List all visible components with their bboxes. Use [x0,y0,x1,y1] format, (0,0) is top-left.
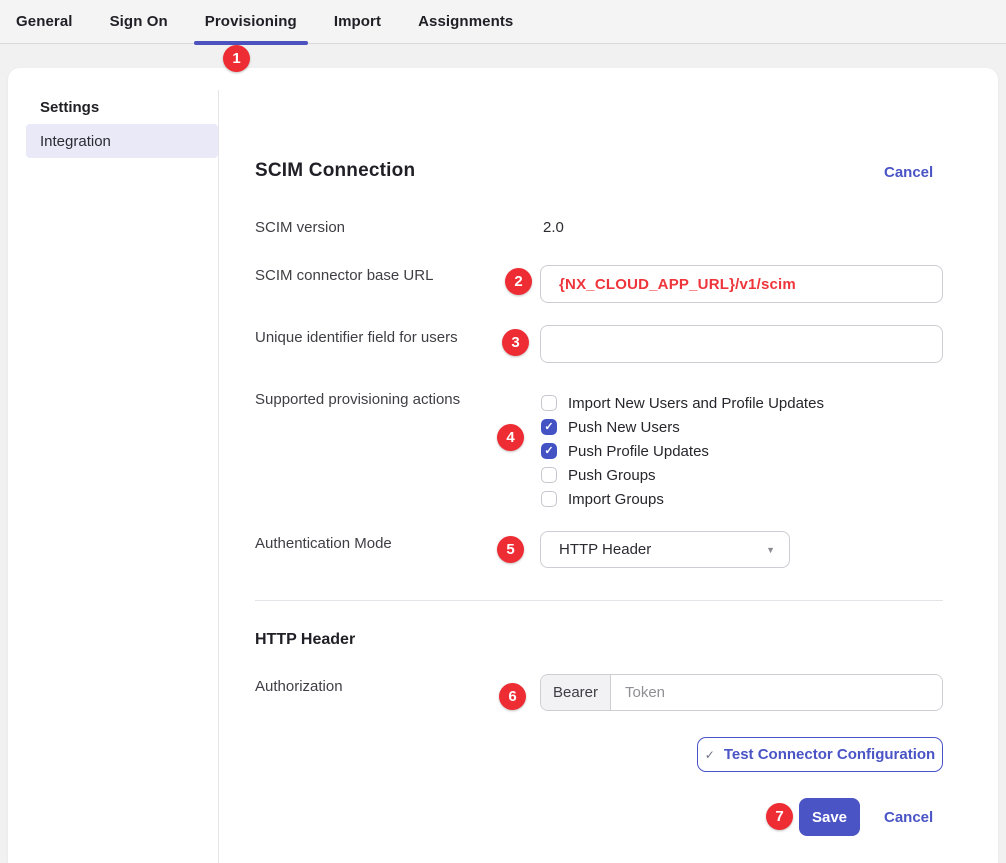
token-input[interactable] [611,675,942,710]
tab-assignments[interactable]: Assignments [418,0,513,44]
tab-import[interactable]: Import [334,0,381,44]
check-icon: ✓ [705,748,715,762]
step-badge-7: 7 [766,803,793,830]
cancel-link-bottom[interactable]: Cancel [884,809,933,826]
checkbox-row-push-new-users[interactable]: ✓ Push New Users [541,415,824,439]
authorization-input-group: Bearer [540,674,943,711]
checkbox-checked-icon[interactable]: ✓ [541,419,557,435]
section-divider [255,600,943,601]
checkbox-label: Push Groups [568,467,656,484]
tab-sign-on[interactable]: Sign On [110,0,168,44]
sidebar-item-label: Integration [40,133,111,150]
http-header-section-title: HTTP Header [255,631,355,649]
base-url-input[interactable] [540,265,943,303]
checkbox-label: Import Groups [568,491,664,508]
step-badge-5: 5 [497,536,524,563]
scim-version-value: 2.0 [543,219,564,236]
checkbox-row-import-groups[interactable]: Import Groups [541,487,824,511]
checkbox-row-import-new-users-and-profile-updates[interactable]: Import New Users and Profile Updates [541,391,824,415]
save-button[interactable]: Save [799,798,860,836]
checkbox-unchecked-icon[interactable] [541,491,557,507]
page-title: SCIM Connection [255,160,415,182]
sidebar-header-settings: Settings [40,99,99,116]
unique-id-label: Unique identifier field for users [255,329,458,346]
test-connector-button[interactable]: ✓ Test Connector Configuration [697,737,943,772]
step-badge-1: 1 [223,45,250,72]
sidebar-item-integration[interactable]: Integration [26,124,218,158]
step-badge-6: 6 [499,683,526,710]
test-connector-label: Test Connector Configuration [724,746,935,763]
provisioning-actions-list: Import New Users and Profile Updates ✓ Pus… [541,391,824,511]
step-badge-2: 2 [505,268,532,295]
checkbox-label: Push Profile Updates [568,443,709,460]
provisioning-actions-label: Supported provisioning actions [255,391,460,408]
sidebar-divider [218,90,219,863]
app-tab-bar: General Sign On Provisioning Import Assignme… [0,0,1006,44]
chevron-down-icon: ▼ [766,545,775,555]
auth-mode-value: HTTP Header [559,541,651,558]
checkbox-unchecked-icon[interactable] [541,395,557,411]
checkbox-row-push-profile-updates[interactable]: ✓ Push Profile Updates [541,439,824,463]
checkbox-unchecked-icon[interactable] [541,467,557,483]
checkbox-row-push-groups[interactable]: Push Groups [541,463,824,487]
checkbox-label: Push New Users [568,419,680,436]
cancel-link-top[interactable]: Cancel [884,164,933,181]
bearer-prefix: Bearer [541,675,611,710]
tab-general[interactable]: General [16,0,73,44]
step-badge-3: 3 [502,329,529,356]
checkbox-label: Import New Users and Profile Updates [568,395,824,412]
step-badge-4: 4 [497,424,524,451]
scim-version-label: SCIM version [255,219,345,236]
tab-provisioning[interactable]: Provisioning [205,0,297,44]
checkbox-checked-icon[interactable]: ✓ [541,443,557,459]
authorization-label: Authorization [255,678,343,695]
unique-id-input[interactable] [540,325,943,363]
auth-mode-label: Authentication Mode [255,535,392,552]
base-url-label: SCIM connector base URL [255,267,433,284]
auth-mode-select[interactable]: HTTP Header ▼ [540,531,790,568]
